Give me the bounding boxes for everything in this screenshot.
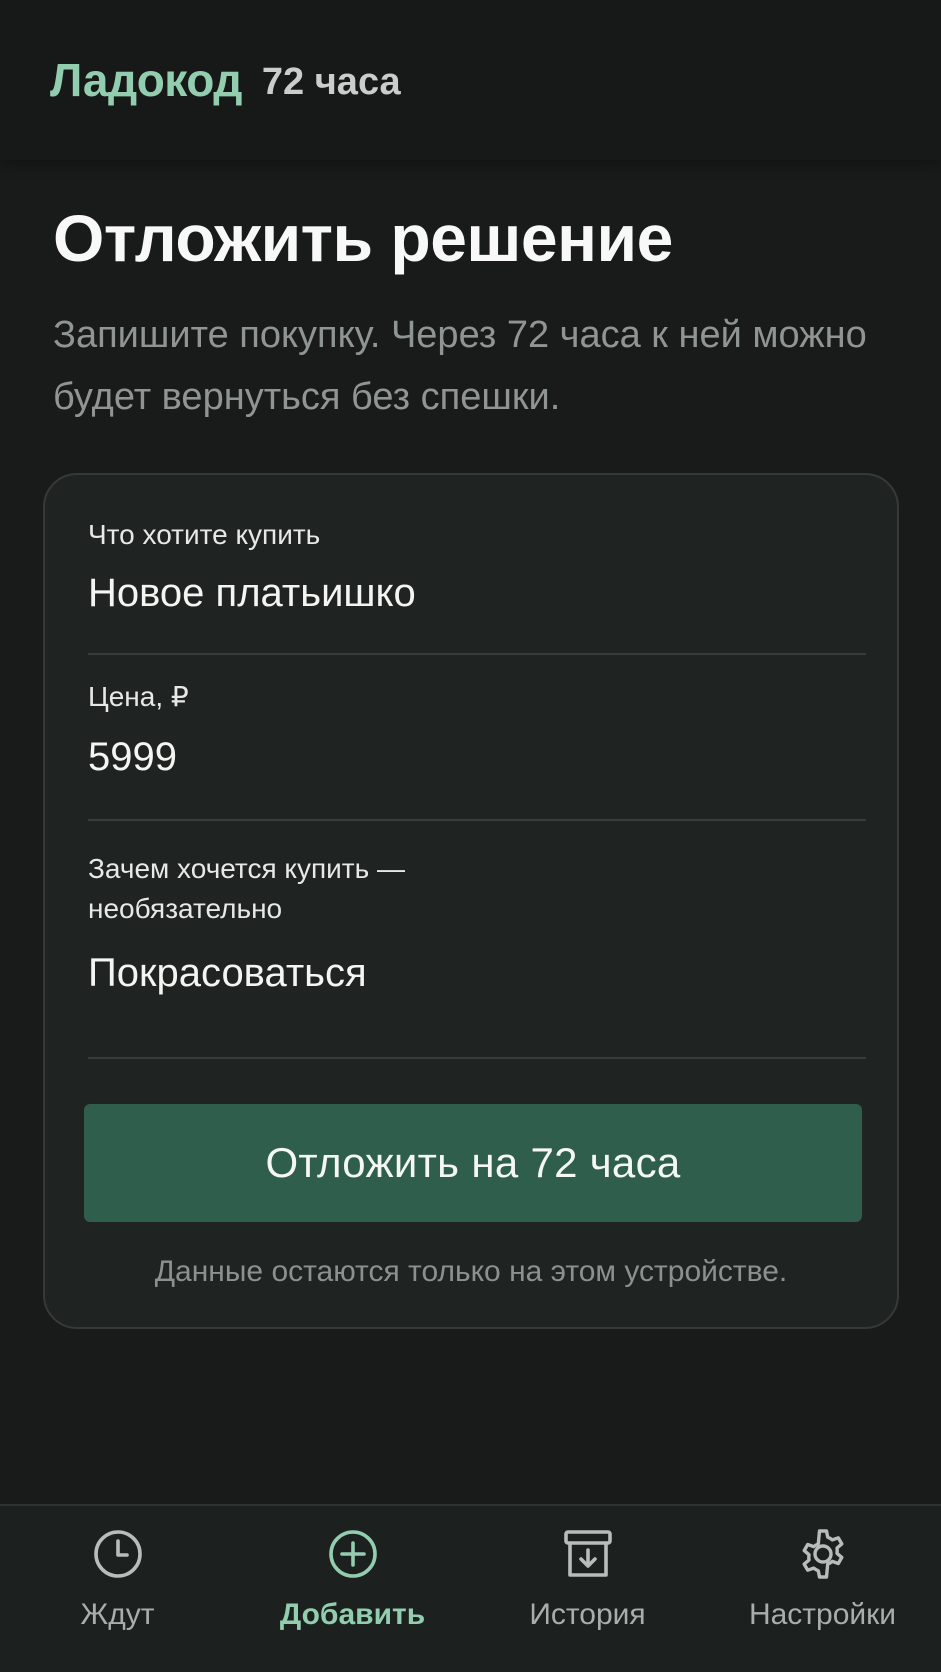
price-label: Цена, ₽ xyxy=(88,681,189,712)
price-input[interactable] xyxy=(88,735,866,780)
gear-icon xyxy=(795,1526,851,1582)
reason-field: Зачем хочется купить — необязательно xyxy=(88,821,866,1059)
nav-label-add: Добавить xyxy=(279,1598,426,1631)
nav-item-history[interactable]: История xyxy=(470,1506,705,1672)
price-field: Цена, ₽ xyxy=(88,655,866,821)
nav-item-waiting[interactable]: Ждут xyxy=(0,1506,235,1672)
nav-label-settings: Настройки xyxy=(748,1598,897,1631)
page-subtitle: Запишите покупку. Через 72 часа к ней мо… xyxy=(53,314,867,418)
privacy-note: Данные остаются только на этом устройств… xyxy=(154,1255,788,1288)
add-purchase-card: Что хотите купить Цена, ₽ Зачем хочется … xyxy=(43,473,899,1329)
plus-circle-icon xyxy=(325,1526,381,1582)
nav-label-waiting: Ждут xyxy=(80,1598,155,1631)
app-brand[interactable]: Ладокод xyxy=(50,53,242,107)
item-input[interactable] xyxy=(88,571,866,616)
page-title: Отложить решение xyxy=(53,201,673,275)
postpone-button[interactable]: Отложить на 72 часа xyxy=(84,1104,862,1222)
bottom-nav: Ждут Добавить История Настройки xyxy=(0,1504,941,1672)
nav-item-add[interactable]: Добавить xyxy=(235,1506,470,1672)
item-field: Что хотите купить xyxy=(88,515,866,655)
item-label: Что хотите купить xyxy=(88,519,321,550)
clock-icon xyxy=(90,1526,146,1582)
reason-input[interactable] xyxy=(88,951,866,996)
archive-icon xyxy=(560,1526,616,1582)
reason-label: Зачем хочется купить — необязательно xyxy=(88,853,405,924)
nav-item-settings[interactable]: Настройки xyxy=(705,1506,940,1672)
nav-label-history: История xyxy=(529,1598,646,1631)
app-subtitle: 72 часа xyxy=(261,60,401,103)
top-bar: Ладокод 72 часа xyxy=(0,0,941,160)
